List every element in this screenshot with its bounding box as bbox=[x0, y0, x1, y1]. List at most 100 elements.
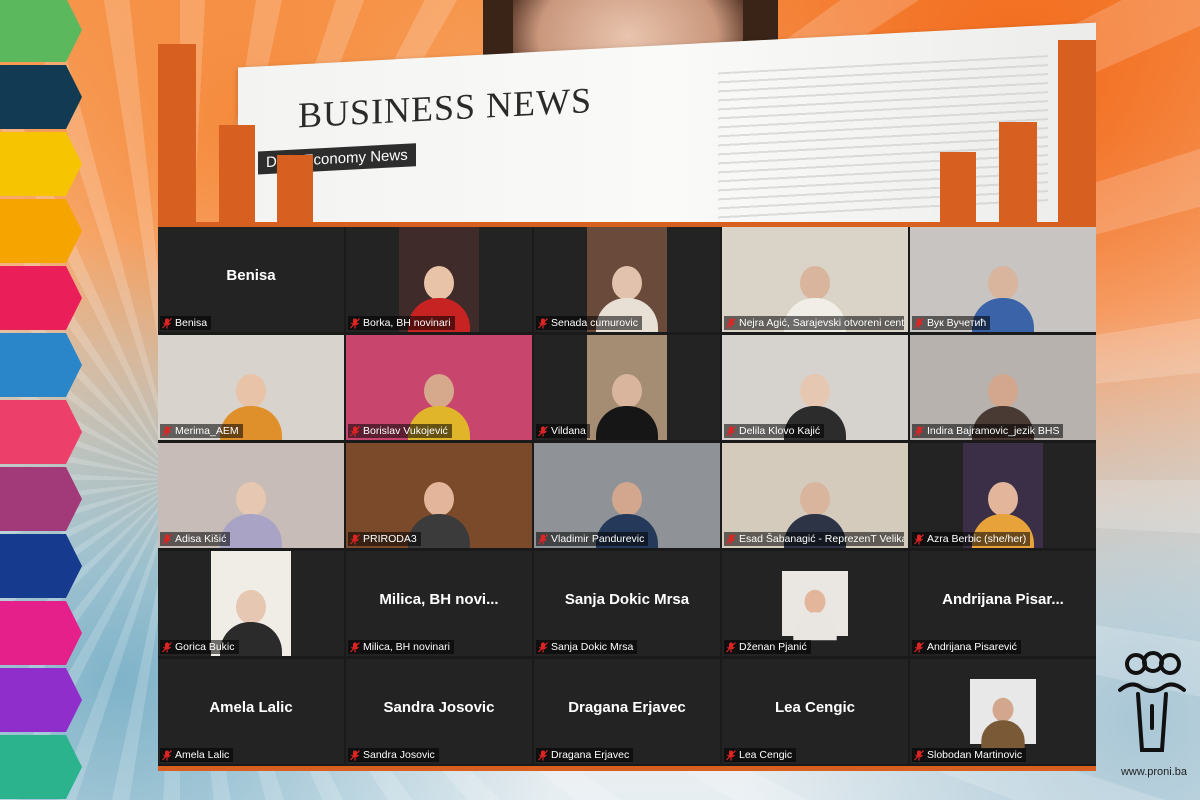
participant-tile[interactable]: Amela Lalic Amela Lalic bbox=[158, 659, 344, 764]
participant-name-label: Andrijana Pisarević bbox=[912, 640, 1021, 654]
orange-bar bbox=[999, 122, 1037, 224]
participant-tile[interactable]: Delila Klovo Kajić bbox=[722, 335, 908, 440]
participant-tile[interactable]: Borislav Vukojević bbox=[346, 335, 532, 440]
orange-bar bbox=[1058, 40, 1096, 224]
participant-tile[interactable]: Sandra Josovic Sandra Josovic bbox=[346, 659, 532, 764]
participant-name: Borka, BH novinari bbox=[363, 317, 451, 329]
participant-name: Indira Bajramovic_jezik BHS bbox=[927, 425, 1060, 437]
participant-name: Slobodan Martinovic bbox=[927, 749, 1023, 761]
participant-tile[interactable]: Adisa Kišić bbox=[158, 443, 344, 548]
participant-name-label: Indira Bajramovic_jezik BHS bbox=[912, 424, 1064, 438]
muted-mic-icon bbox=[914, 533, 924, 545]
participant-tile[interactable]: Nejra Agić, Sarajevski otvoreni centar bbox=[722, 227, 908, 332]
participant-name-label: PRIRODA3 bbox=[348, 532, 421, 546]
participant-tile[interactable]: Vladimir Pandurevic bbox=[534, 443, 720, 548]
muted-mic-icon bbox=[726, 317, 736, 329]
participant-silhouette bbox=[979, 695, 1028, 749]
muted-mic-icon bbox=[162, 533, 172, 545]
participant-name-label: Gorica Bukic bbox=[160, 640, 239, 654]
participant-name-label: Sandra Josovic bbox=[348, 748, 439, 762]
participant-name: Andrijana Pisarević bbox=[927, 641, 1017, 653]
participant-name-label: Dragana Erjavec bbox=[536, 748, 634, 762]
muted-mic-icon bbox=[726, 641, 736, 653]
brand-url: www.proni.ba bbox=[1120, 766, 1188, 778]
participant-name-label: Borislav Vukojević bbox=[348, 424, 452, 438]
participant-name: PRIRODA3 bbox=[363, 533, 417, 545]
participant-name: Sandra Josovic bbox=[363, 749, 435, 761]
participant-tile[interactable]: Dženan Pjanić bbox=[722, 551, 908, 656]
participant-tile[interactable]: Gorica Bukic bbox=[158, 551, 344, 656]
color-arrow bbox=[0, 0, 82, 62]
participant-name: Esad Šabanagić - ReprezenT Velika Kladuš… bbox=[739, 533, 904, 545]
participant-name: Senada cumurovic bbox=[551, 317, 638, 329]
color-arrow bbox=[0, 735, 82, 799]
participant-display-name: Sandra Josovic bbox=[383, 699, 495, 716]
muted-mic-icon bbox=[538, 425, 548, 437]
participant-name-label: Amela Lalic bbox=[160, 748, 234, 762]
participant-tile[interactable]: Andrijana Pisar... Andrijana Pisarević bbox=[910, 551, 1096, 656]
color-arrow-stack bbox=[0, 0, 82, 800]
participant-tile[interactable]: Sanja Dokic Mrsa Sanja Dokic Mrsa bbox=[534, 551, 720, 656]
muted-mic-icon bbox=[726, 533, 736, 545]
participant-name: Vildana bbox=[551, 425, 586, 437]
participant-name-label: Вук Вучетић bbox=[912, 316, 991, 330]
participant-name: Delila Klovo Kajić bbox=[739, 425, 821, 437]
participant-name: Milica, BH novinari bbox=[363, 641, 450, 653]
participant-tile[interactable]: Borka, BH novinari bbox=[346, 227, 532, 332]
participant-name: Benisa bbox=[175, 317, 208, 329]
participant-name: Gorica Bukic bbox=[175, 641, 235, 653]
participant-name-label: Esad Šabanagić - ReprezenT Velika Kladuš… bbox=[724, 532, 904, 546]
muted-mic-icon bbox=[538, 317, 548, 329]
orange-bar bbox=[219, 125, 255, 224]
color-arrow bbox=[0, 534, 82, 598]
muted-mic-icon bbox=[914, 317, 924, 329]
participant-name-label: Senada cumurovic bbox=[536, 316, 642, 330]
participant-tile[interactable]: Benisa Benisa bbox=[158, 227, 344, 332]
participant-silhouette bbox=[592, 370, 662, 440]
color-arrow bbox=[0, 467, 82, 531]
orange-bar bbox=[940, 152, 976, 224]
participant-tile[interactable]: Milica, BH novi... Milica, BH novinari bbox=[346, 551, 532, 656]
participant-display-name: Milica, BH novi... bbox=[379, 591, 499, 608]
participant-video bbox=[782, 571, 848, 641]
participant-tile[interactable]: PRIRODA3 bbox=[346, 443, 532, 548]
participant-tile[interactable]: Senada cumurovic bbox=[534, 227, 720, 332]
participant-name-label: Merima_AEM bbox=[160, 424, 243, 438]
muted-mic-icon bbox=[350, 641, 360, 653]
participant-display-name: Benisa bbox=[226, 267, 276, 284]
newspaper-title: BUSINESS NEWS bbox=[298, 79, 593, 136]
participant-tile[interactable]: Esad Šabanagić - ReprezenT Velika Kladuš… bbox=[722, 443, 908, 548]
participant-display-name: Sanja Dokic Mrsa bbox=[564, 591, 690, 608]
muted-mic-icon bbox=[162, 641, 172, 653]
muted-mic-icon bbox=[162, 749, 172, 761]
participant-name: Azra Berbic (she/her) bbox=[927, 533, 1027, 545]
participant-name-label: Delila Klovo Kajić bbox=[724, 424, 825, 438]
muted-mic-icon bbox=[162, 317, 172, 329]
participant-tile[interactable]: Indira Bajramovic_jezik BHS bbox=[910, 335, 1096, 440]
participant-tile[interactable]: Azra Berbic (she/her) bbox=[910, 443, 1096, 548]
muted-mic-icon bbox=[726, 425, 736, 437]
participant-name-label: Slobodan Martinovic bbox=[912, 748, 1027, 762]
participant-name: Borislav Vukojević bbox=[363, 425, 448, 437]
participant-name: Sanja Dokic Mrsa bbox=[551, 641, 634, 653]
muted-mic-icon bbox=[350, 749, 360, 761]
participant-name: Merima_AEM bbox=[175, 425, 239, 437]
muted-mic-icon bbox=[914, 641, 924, 653]
participant-name-label: Adisa Kišić bbox=[160, 532, 231, 546]
muted-mic-icon bbox=[350, 317, 360, 329]
participant-tile[interactable]: Вук Вучетић bbox=[910, 227, 1096, 332]
muted-mic-icon bbox=[914, 749, 924, 761]
muted-mic-icon bbox=[726, 749, 736, 761]
participant-name-label: Sanja Dokic Mrsa bbox=[536, 640, 638, 654]
color-arrow bbox=[0, 199, 82, 263]
muted-mic-icon bbox=[538, 533, 548, 545]
participant-tile[interactable]: Vildana bbox=[534, 335, 720, 440]
participant-tile[interactable]: Slobodan Martinovic bbox=[910, 659, 1096, 764]
color-arrow bbox=[0, 65, 82, 129]
participant-tile[interactable]: Lea Cengic Lea Cengic bbox=[722, 659, 908, 764]
participant-video bbox=[587, 335, 667, 440]
participant-tile[interactable]: Dragana Erjavec Dragana Erjavec bbox=[534, 659, 720, 764]
participant-name: Amela Lalic bbox=[175, 749, 230, 761]
participant-tile[interactable]: Merima_AEM bbox=[158, 335, 344, 440]
color-arrow bbox=[0, 333, 82, 397]
